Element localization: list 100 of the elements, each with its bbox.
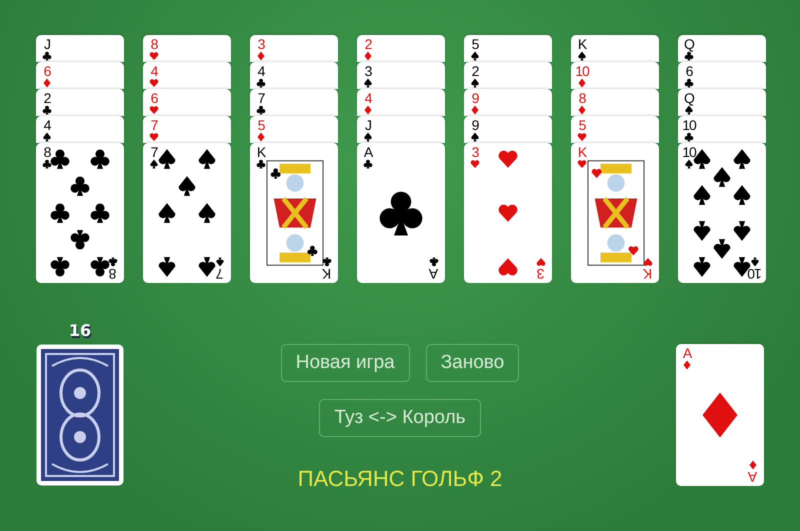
playing-card[interactable]: 4	[250, 62, 338, 89]
card-rank: A	[682, 346, 692, 360]
playing-card[interactable]: Q	[678, 35, 766, 62]
playing-card[interactable]: 6	[143, 89, 231, 116]
playing-card[interactable]: 2	[464, 62, 552, 89]
playing-card[interactable]: 3	[357, 62, 445, 89]
playing-card[interactable]: A A	[357, 143, 445, 283]
playing-card[interactable]: 10	[571, 62, 659, 89]
spade-icon	[156, 202, 178, 224]
card-rank: 2	[44, 91, 50, 105]
club-icon	[363, 159, 373, 169]
spade-icon	[577, 51, 587, 61]
playing-card[interactable]: 4	[143, 62, 231, 89]
playing-card[interactable]: A A	[676, 344, 764, 486]
spade-icon	[176, 175, 198, 197]
card-rank: A	[748, 470, 758, 484]
club-icon	[89, 202, 111, 224]
playing-card[interactable]: J	[36, 35, 124, 62]
playing-card[interactable]: 8 8	[36, 143, 124, 283]
card-rank: A	[364, 145, 372, 159]
game-title: ПАСЬЯНС ГОЛЬФ 2	[298, 466, 502, 492]
club-icon	[49, 202, 71, 224]
card-rank: 4	[150, 64, 158, 78]
club-icon	[256, 159, 266, 169]
club-icon	[322, 257, 332, 267]
playing-card[interactable]: K K	[250, 143, 338, 283]
club-icon	[69, 175, 91, 197]
heart-icon	[643, 257, 653, 267]
spade-icon	[711, 166, 733, 188]
playing-card[interactable]: 6	[36, 62, 124, 89]
heart-icon	[577, 159, 587, 169]
card-rank: K	[578, 145, 586, 159]
playing-card[interactable]: 6	[678, 62, 766, 89]
card-rank: 5	[578, 118, 586, 132]
ace-king-toggle-button[interactable]: Туз <-> Король	[319, 399, 481, 437]
diamond-icon	[682, 360, 692, 370]
playing-card[interactable]: K	[571, 35, 659, 62]
playing-card[interactable]: 5	[571, 116, 659, 143]
heart-icon	[577, 132, 587, 142]
card-rank: 3	[538, 267, 544, 281]
card-rank: Q	[684, 91, 694, 105]
club-icon	[256, 105, 266, 115]
heart-icon	[536, 257, 546, 267]
playing-card[interactable]: 10 10	[678, 143, 766, 283]
card-rank: 5	[472, 37, 478, 51]
card-rank: 4	[44, 118, 50, 132]
playing-card[interactable]: 7	[143, 116, 231, 143]
card-rank: 6	[150, 91, 158, 105]
spade-icon	[470, 78, 480, 88]
spade-icon	[731, 184, 753, 206]
card-rank: 9	[472, 91, 478, 105]
playing-card[interactable]: 9	[464, 116, 552, 143]
playing-card[interactable]: J	[357, 116, 445, 143]
card-rank: 7	[150, 118, 158, 132]
playing-card[interactable]: 7 7	[143, 143, 231, 283]
playing-card[interactable]: 7	[250, 89, 338, 116]
heart-icon	[497, 148, 519, 170]
club-icon	[256, 78, 266, 88]
spade-icon	[363, 78, 373, 88]
playing-card[interactable]: 3	[250, 35, 338, 62]
card-rank: 10	[682, 145, 696, 159]
spade-icon	[156, 256, 178, 278]
playing-card[interactable]: 4	[357, 89, 445, 116]
playing-card[interactable]: 5	[464, 35, 552, 62]
playing-card[interactable]: Q	[678, 89, 766, 116]
heart-icon	[497, 202, 519, 224]
spade-icon	[42, 132, 52, 142]
playing-card[interactable]: 4	[36, 116, 124, 143]
card-rank: 10	[575, 64, 589, 78]
card-rank: Q	[684, 37, 694, 51]
spade-icon	[691, 220, 713, 242]
playing-card[interactable]: 8	[143, 35, 231, 62]
club-icon	[49, 256, 71, 278]
playing-card[interactable]: 9	[464, 89, 552, 116]
card-rank: 8	[44, 145, 50, 159]
spade-icon	[470, 132, 480, 142]
card-rank: J	[44, 37, 50, 51]
playing-card[interactable]: 8	[571, 89, 659, 116]
card-rank: 2	[472, 64, 478, 78]
playing-card[interactable]: 10	[678, 116, 766, 143]
playing-card[interactable]: 2	[357, 35, 445, 62]
playing-card[interactable]: 3 3	[464, 143, 552, 283]
playing-card[interactable]: 2	[36, 89, 124, 116]
spade-icon	[196, 202, 218, 224]
playing-card[interactable]: 5	[250, 116, 338, 143]
card-rank: K	[644, 267, 652, 281]
heart-icon	[149, 105, 159, 115]
heart-icon	[149, 78, 159, 88]
spade-icon	[691, 184, 713, 206]
spade-icon	[731, 148, 753, 170]
spade-icon	[470, 51, 480, 61]
card-rank: 3	[472, 145, 478, 159]
card-rank: 8	[578, 91, 586, 105]
playing-card[interactable]: K K	[571, 143, 659, 283]
card-rank: K	[256, 145, 266, 159]
spade-icon	[684, 105, 694, 115]
club-icon	[89, 148, 111, 170]
club-icon	[69, 229, 91, 251]
card-rank: 8	[110, 267, 116, 281]
card-back[interactable]	[36, 344, 124, 486]
